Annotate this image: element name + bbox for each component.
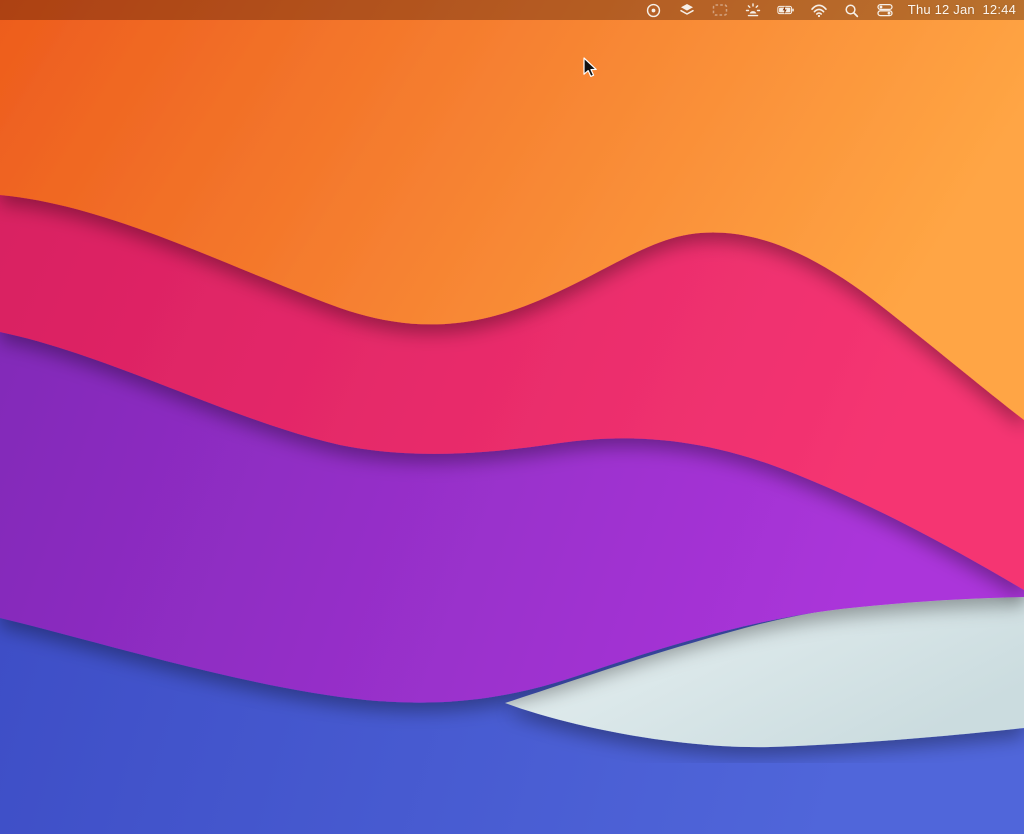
battery-charging-icon[interactable]	[777, 1, 795, 19]
wifi-icon[interactable]	[810, 1, 828, 19]
menu-bar-left	[10, 0, 645, 20]
menu-bar: Thu 12 Jan 12:44	[0, 0, 1024, 20]
desktop-wallpaper	[0, 0, 1024, 834]
keyboard-brightness-icon[interactable]	[744, 1, 762, 19]
menu-bar-status-icons	[645, 1, 894, 19]
circle-dot-icon[interactable]	[645, 1, 663, 19]
menu-bar-clock[interactable]: Thu 12 Jan 12:44	[908, 0, 1016, 20]
control-center-icon[interactable]	[876, 1, 894, 19]
dashed-rectangle-icon[interactable]	[711, 1, 729, 19]
layers-icon[interactable]	[678, 1, 696, 19]
spotlight-search-icon[interactable]	[843, 1, 861, 19]
